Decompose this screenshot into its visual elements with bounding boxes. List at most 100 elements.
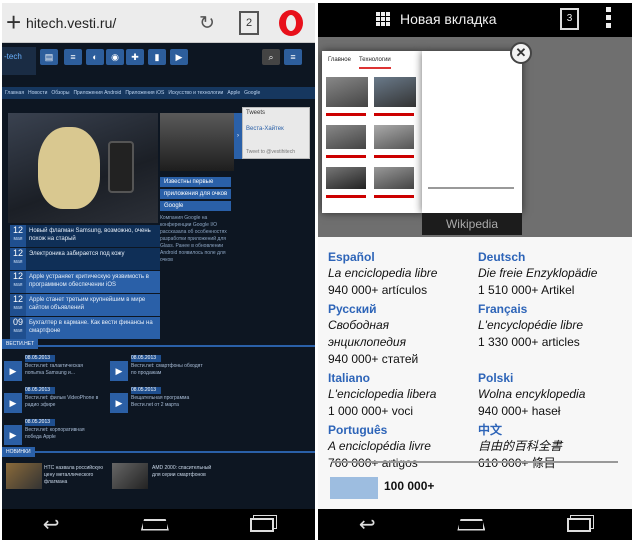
news-thumbnail[interactable]	[112, 463, 148, 489]
news-item[interactable]: 12 мая Электроника забирается под кожу	[10, 248, 160, 270]
site-nav-item[interactable]: Приложения iOS	[125, 87, 164, 99]
language-entry[interactable]: Português A enciclopédia livre 760 000+ …	[328, 422, 468, 474]
recent-apps-icon[interactable]	[567, 517, 592, 532]
twitter-footer[interactable]: Tweet to @vestihitech	[246, 149, 295, 155]
tabs-counter-button[interactable]: 2	[239, 11, 259, 35]
card-headline	[326, 195, 366, 198]
site-search-icon[interactable]: ⌕	[262, 49, 280, 65]
system-nav-bar: ↩	[2, 509, 315, 540]
tab-card-wikipedia[interactable]	[422, 51, 522, 213]
section-tag: ВЕСТИ.НЕТ	[2, 339, 39, 349]
opera-menu-icon[interactable]	[279, 10, 303, 36]
divider	[332, 461, 618, 463]
site-nav-item[interactable]: Новости	[28, 87, 47, 99]
video-item[interactable]: ▶ 08.05.2013 Вести.net: корпоративная поб…	[4, 419, 104, 447]
news-item[interactable]: 12 мая Новый флагман Samsung, возможно, о…	[10, 225, 160, 247]
site-logo[interactable]: -tech	[2, 47, 36, 75]
news-item[interactable]: 09 мая Бухгалтер в кармане. Как вести фин…	[10, 317, 160, 339]
speed-dial-grid-icon[interactable]	[376, 12, 390, 26]
wiki-total: 100 000+	[384, 479, 435, 493]
video-item[interactable]: ▶ 08.05.2013 Вести.net: галактическая поп…	[4, 355, 104, 383]
news-title[interactable]: Бухгалтер в кармане. Как вести финансы н…	[26, 317, 160, 339]
card-image	[374, 77, 416, 107]
site-nav-bar: Главная Новости Обзоры Приложения Androi…	[2, 87, 315, 99]
tabs-counter-button[interactable]: 3	[560, 8, 579, 30]
play-icon[interactable]: ▶	[4, 425, 22, 445]
hero-image[interactable]	[8, 113, 158, 223]
video-item[interactable]: ▶ 08.05.2013 Вести.net: смартфоны обходят…	[110, 355, 210, 383]
news-date: 12 мая	[10, 294, 26, 316]
home-icon[interactable]	[457, 518, 486, 531]
video-title[interactable]: Вести.net: смартфоны обходят по продажам	[131, 363, 203, 376]
side-link[interactable]: приложения для очков	[160, 189, 232, 199]
tab-card-vesti[interactable]: Главное Технологии	[322, 51, 422, 213]
site-nav-item[interactable]: Искусство и технологии	[168, 87, 223, 99]
close-tab-icon[interactable]: ✕	[510, 42, 532, 64]
site-top-icon[interactable]: ▮	[148, 49, 166, 65]
card-image	[374, 167, 414, 189]
tab-card-label[interactable]: Wikipedia	[422, 213, 522, 235]
video-item[interactable]: ▶ 08.05.2013 Вещательная программа Вести.…	[110, 387, 210, 415]
news-date: 12 мая	[10, 271, 26, 293]
news-thumbnail[interactable]	[6, 463, 42, 489]
site-top-icon[interactable]: ◉	[106, 49, 124, 65]
site-menu-icon[interactable]: ≡	[284, 49, 302, 65]
new-tab-plus-icon[interactable]: +	[6, 9, 21, 35]
site-nav-item[interactable]: Главная	[5, 87, 24, 99]
video-date: 08.05.2013	[25, 387, 55, 394]
news-teaser[interactable]: HTC назвала российскую цену металлическо…	[44, 465, 108, 486]
play-icon[interactable]: ▶	[110, 361, 128, 381]
side-link[interactable]: Google	[160, 201, 232, 211]
language-entry[interactable]: Deutsch Die freie Enzyklopädie 1 510 000…	[478, 249, 618, 301]
site-top-icon[interactable]: ◐	[86, 49, 104, 65]
twitter-account[interactable]: Веста-Хайтек	[246, 126, 306, 132]
site-top-icon[interactable]: ▤	[40, 49, 58, 65]
language-entry[interactable]: 中文 自由的百科全書 610 000+ 條目	[478, 422, 618, 474]
site-nav-item[interactable]: Apple	[227, 87, 240, 99]
video-title[interactable]: Вещательная программа Вести.net от 2 мар…	[131, 395, 189, 408]
language-entry[interactable]: Italiano L'enciclopedia libera 1 000 000…	[328, 370, 468, 422]
site-nav-item[interactable]: Обзоры	[51, 87, 69, 99]
twitter-widget: Tweets Веста-Хайтек Tweet to @vestihitec…	[242, 107, 310, 159]
back-icon[interactable]: ↩	[43, 512, 60, 537]
site-top-icon[interactable]: ▶	[170, 49, 188, 65]
news-title[interactable]: Apple устраняет критическую уязвимость в…	[26, 271, 160, 293]
video-date: 08.05.2013	[25, 355, 55, 362]
url-field[interactable]: hitech.vesti.ru/	[26, 15, 116, 31]
site-nav-item[interactable]: Google	[244, 87, 260, 99]
language-entry[interactable]: Русский Свободная энциклопедия 940 000+ …	[328, 301, 468, 370]
video-item[interactable]: ▶ 08.05.2013 Вести.net: фильм VideoPhone …	[4, 387, 104, 415]
play-icon[interactable]: ▶	[110, 393, 128, 413]
news-teaser[interactable]: AMD 2000: спасительный для серии смартфо…	[152, 465, 216, 479]
news-title[interactable]: Новый флагман Samsung, возможно, очень п…	[26, 225, 160, 247]
card-headline	[374, 155, 414, 158]
language-entry[interactable]: Français L'encyclopédie libre 1 330 000+…	[478, 301, 618, 370]
new-tab-title[interactable]: Новая вкладка	[400, 11, 497, 27]
recent-apps-icon[interactable]	[250, 517, 275, 532]
news-title[interactable]: Apple станет третьим крупнейшим в мире с…	[26, 294, 160, 316]
side-link[interactable]: Известны первые	[160, 177, 232, 187]
reload-icon[interactable]: ↻	[199, 12, 215, 35]
overflow-menu-icon[interactable]	[606, 7, 612, 28]
home-icon[interactable]	[140, 518, 169, 531]
video-title[interactable]: Вести.net: фильм VideoPhone в радио эфир…	[25, 395, 98, 408]
web-page: -tech ▤ ≡ ◐ ◉ ✚ ▮ ▶ ⌕ ≡ Главная Новости …	[2, 43, 315, 513]
back-icon[interactable]: ↩	[359, 512, 376, 537]
video-title[interactable]: Вести.net: галактическая попытка Samsung…	[25, 363, 83, 376]
play-icon[interactable]: ▶	[4, 361, 22, 381]
glass-thumbnail[interactable]	[160, 113, 234, 171]
site-nav-item[interactable]: Приложения Android	[73, 87, 121, 99]
language-entry[interactable]: Español La enciclopedia libre 940 000+ a…	[328, 249, 468, 301]
play-icon[interactable]: ▶	[4, 393, 22, 413]
news-item[interactable]: 12 мая Apple станет третьим крупнейшим в …	[10, 294, 160, 316]
slider-arrow-icon[interactable]: ›	[234, 113, 242, 159]
site-top-icon[interactable]: ≡	[64, 49, 82, 65]
news-title[interactable]: Электроника забирается под кожу	[26, 248, 160, 270]
section-divider	[2, 345, 315, 347]
card-tab: Технологии	[358, 57, 391, 69]
video-title[interactable]: Вести.net: корпоративная победа Apple	[25, 427, 85, 440]
twitter-title: Tweets	[246, 110, 266, 116]
site-top-icon[interactable]: ✚	[126, 49, 144, 65]
language-entry[interactable]: Polski Wolna encyklopedia 940 000+ haseł	[478, 370, 618, 422]
news-item[interactable]: 12 мая Apple устраняет критическую уязвим…	[10, 271, 160, 293]
